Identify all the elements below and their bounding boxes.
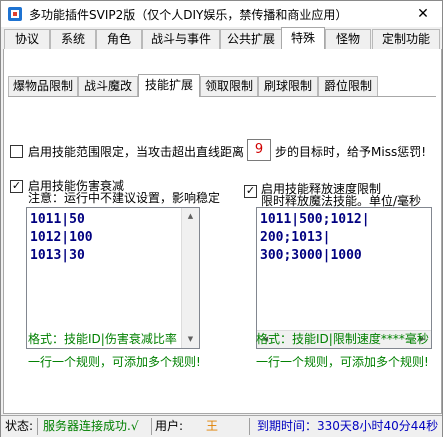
main-tab-bar: 协议 系统 角色 战斗与事件 公共扩展 特殊 怪物 定制功能 (3, 27, 440, 50)
speed-limit-text: 1011|500;1012| 200;1013| 300;3000|1000 (260, 212, 370, 263)
subtab-skill-ext[interactable]: 技能扩展 (138, 74, 200, 97)
scroll-down-icon[interactable]: ▼ (182, 331, 199, 348)
checkmark-icon: ✓ (11, 179, 22, 192)
subtab-battle-mod[interactable]: 战斗魔改 (78, 76, 138, 96)
user-label: 用户: (155, 419, 184, 433)
damage-decay-format: 格式：技能ID|伤害衰减比率 (28, 332, 177, 346)
vertical-scrollbar[interactable]: ▲ ▼ (181, 208, 199, 348)
subtab-orb-limit[interactable]: 刷球限制 (258, 76, 318, 96)
app-icon (8, 7, 22, 21)
speed-limit-checkbox[interactable]: ✓ (244, 184, 257, 198)
damage-decay-text: 1011|50 1012|100 1013|30 (30, 212, 93, 263)
damage-decay-note: 注意：运行中不建议设置，影响稳定 (28, 191, 221, 205)
tab-monster[interactable]: 怪物 (325, 29, 371, 49)
tab-custom[interactable]: 定制功能 (372, 29, 440, 49)
tab-system[interactable]: 系统 (50, 29, 96, 49)
damage-decay-hint: 一行一个规则，可添加多个规则! (28, 355, 201, 369)
status-label: 状态: (5, 419, 34, 433)
checkmark-icon: ✓ (245, 184, 256, 197)
speed-limit-hint: 一行一个规则，可添加多个规则! (256, 355, 429, 369)
scroll-up-icon[interactable]: ▲ (182, 208, 199, 225)
user-value: 王 (206, 419, 219, 433)
subtab-claim-limit[interactable]: 领取限制 (200, 76, 258, 96)
status-divider (249, 418, 250, 435)
tab-special[interactable]: 特殊 (281, 27, 325, 50)
status-value: 服务器连接成功.√ (43, 419, 139, 433)
title-bar[interactable]: 多功能插件SVIP2版（仅个人DIY娱乐，禁传播和商业应用） ✕ (1, 1, 442, 27)
window-title: 多功能插件SVIP2版（仅个人DIY娱乐，禁传播和商业应用） (29, 8, 348, 22)
damage-decay-textarea[interactable]: 1011|50 1012|100 1013|30 ▲ ▼ (26, 207, 200, 349)
subtab-drop-limit[interactable]: 爆物品限制 (8, 76, 78, 96)
expire-time: 到期时间：330天8小时40分44秒 (257, 419, 439, 433)
status-bar: 状态: 服务器连接成功.√ 用户: 王 到期时间：330天8小时40分44秒 (1, 415, 442, 437)
range-limit-checkbox[interactable] (10, 145, 23, 158)
app-window: 多功能插件SVIP2版（仅个人DIY娱乐，禁传播和商业应用） ✕ 协议 系统 角… (0, 0, 443, 437)
close-icon[interactable]: ✕ (404, 1, 442, 27)
sub-tab-bar: 爆物品限制 战斗魔改 技能扩展 领取限制 刷球限制 爵位限制 (8, 74, 436, 97)
status-divider (151, 418, 152, 435)
range-limit-input[interactable]: 9 (247, 139, 271, 161)
speed-limit-textarea[interactable]: 1011|500;1012| 200;1013| 300;3000|1000 ◀… (256, 207, 432, 349)
tab-protocol[interactable]: 协议 (4, 29, 50, 49)
special-panel: 爆物品限制 战斗魔改 技能扩展 领取限制 刷球限制 爵位限制 启用技能范围限定，… (3, 49, 442, 414)
range-limit-label: 启用技能范围限定，当攻击超出直线距离 (28, 145, 245, 159)
damage-decay-checkbox[interactable]: ✓ (10, 179, 23, 193)
range-limit-suffix: 步的目标时，给予Miss惩罚! (275, 145, 427, 159)
subtab-rank-limit[interactable]: 爵位限制 (318, 76, 378, 96)
tab-battle-events[interactable]: 战斗与事件 (142, 29, 220, 49)
status-divider (37, 418, 38, 435)
tab-role[interactable]: 角色 (96, 29, 142, 49)
speed-limit-format: 格式：技能ID|限制速度****毫秒 (256, 332, 429, 346)
tab-public-ext[interactable]: 公共扩展 (220, 29, 282, 49)
